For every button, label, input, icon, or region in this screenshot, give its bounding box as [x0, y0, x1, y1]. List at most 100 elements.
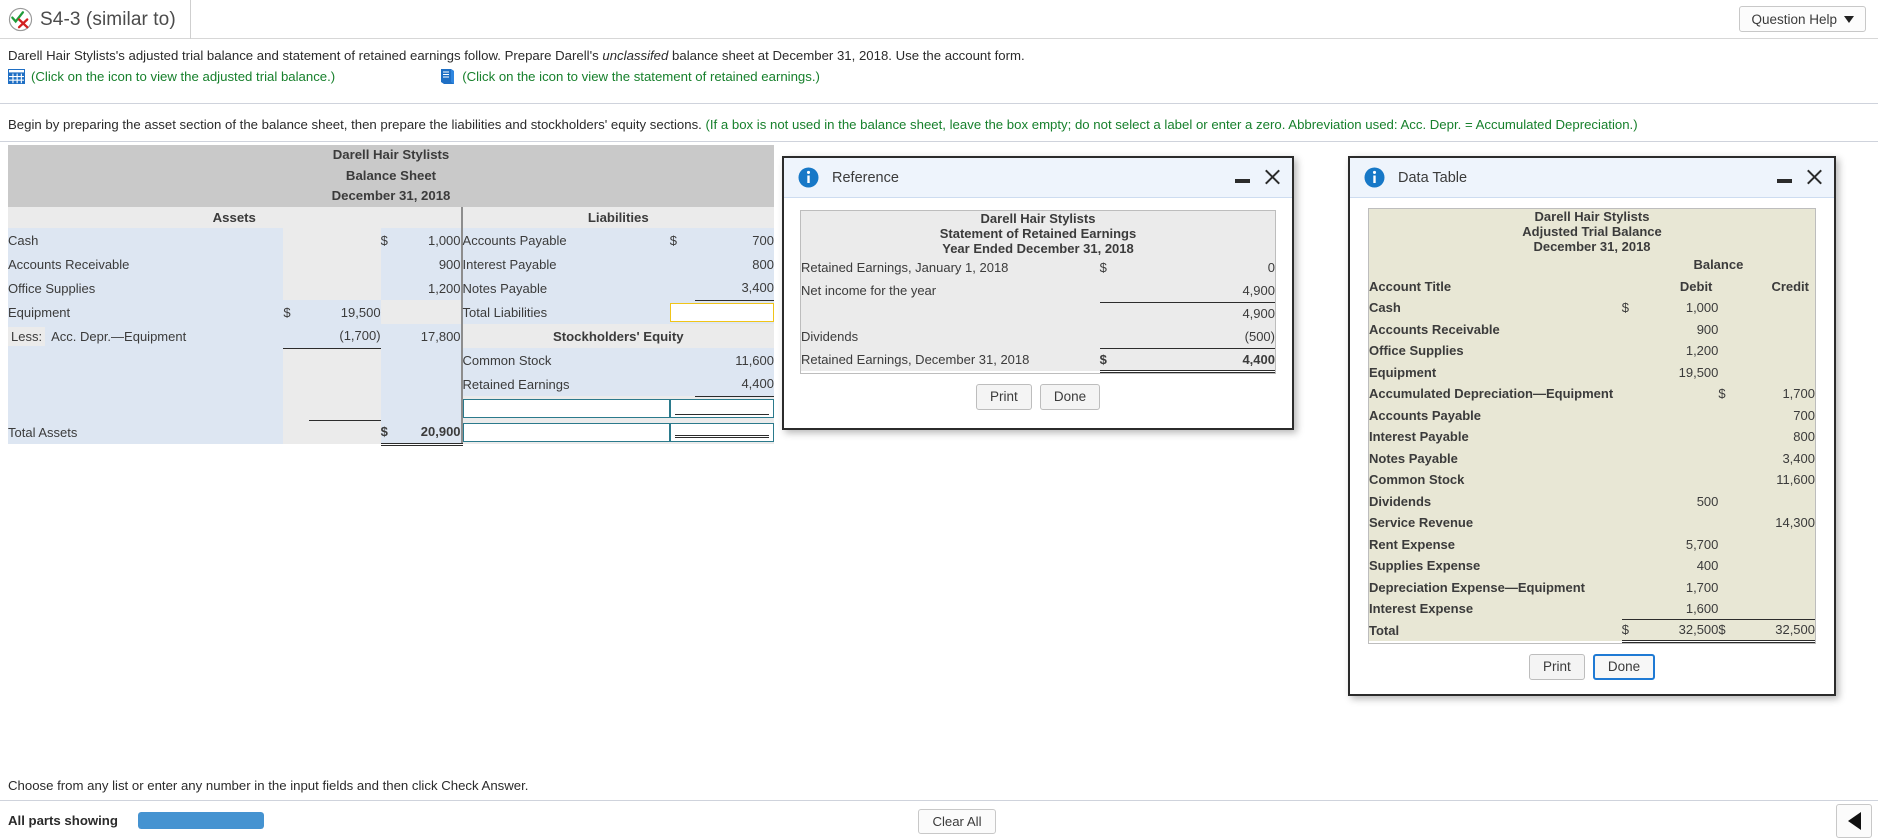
tb-title: Darell Hair Stylists Adjusted Trial Bala…	[1369, 209, 1815, 254]
progress-bar	[138, 812, 264, 829]
tb-credit-dollar-1	[1718, 318, 1735, 340]
asset-col2-value-0: 1,000	[401, 228, 462, 252]
table-row: Depreciation Expense—Equipment 1,700	[1369, 576, 1815, 598]
equity-dollar-0	[669, 348, 696, 372]
tb-credit-dollar-9	[1718, 490, 1735, 512]
asset-col2-dollar-2	[380, 276, 402, 300]
tb-debit-dollar-5	[1621, 404, 1639, 426]
tb-credit-0	[1734, 297, 1815, 319]
asset-col2-value-2: 1,200	[401, 276, 462, 300]
retained-earnings-link-label: (Click on the icon to view the statement…	[462, 69, 820, 84]
tb-account-1: Accounts Receivable	[1369, 318, 1622, 340]
equity-value-1: 4,400	[695, 372, 774, 397]
equity-label-0: Common Stock	[460, 348, 670, 372]
table-row: Retained Earnings, December 31, 2018 $ 4…	[801, 348, 1275, 373]
question-tab[interactable]: S4-3 (similar to)	[0, 0, 191, 39]
previous-button[interactable]	[1836, 804, 1872, 838]
table-row: Accumulated Depreciation—Equipment $ 1,7…	[1369, 383, 1815, 405]
reference-dialog-title: Reference	[832, 169, 899, 186]
answer-hint-text: Choose from any list or enter any number…	[8, 778, 529, 793]
asset-col2-dollar-0: $	[380, 228, 402, 252]
tb-debit-9: 500	[1638, 490, 1719, 512]
tb-credit-4: 1,700	[1734, 383, 1815, 405]
total-liabilities-input-cell[interactable]	[669, 300, 774, 324]
less-tag-label: Less:	[8, 326, 46, 346]
re-label-2	[801, 302, 1100, 325]
reference-done-button[interactable]: Done	[1039, 383, 1101, 410]
data-table-dialog-header: Data Table	[1350, 158, 1834, 198]
re-value-3: (500)	[1166, 325, 1275, 349]
table-row: Notes Payable 3,400	[1369, 447, 1815, 469]
minimize-icon[interactable]	[1235, 178, 1250, 183]
re-label-3: Dividends	[801, 325, 1100, 348]
liability-label-1: Interest Payable	[460, 252, 670, 276]
tb-title-line3: December 31, 2018	[1533, 239, 1651, 254]
trial-balance-link-label: (Click on the icon to view the adjusted …	[31, 69, 336, 84]
top-header-bar: S4-3 (similar to) Question Help	[0, 0, 1878, 39]
re-title: Darell Hair Stylists Statement of Retain…	[801, 211, 1275, 256]
problem-text-part2: balance sheet at December 31, 2018. Use …	[668, 48, 1025, 63]
problem-text: Darell Hair Stylists's adjusted trial ba…	[0, 39, 1878, 63]
asset-label-4-text: Acc. Depr.—Equipment	[51, 328, 187, 344]
tb-account-12: Supplies Expense	[1369, 555, 1622, 577]
table-row: Dividends 500	[1369, 490, 1815, 512]
close-icon[interactable]	[1263, 168, 1282, 187]
tb-credit-dollar-5	[1718, 404, 1735, 426]
blank-amount-input-cell-0[interactable]	[669, 396, 774, 420]
liability-value-0: 700	[695, 228, 774, 252]
asset-label-3: Equipment	[8, 300, 284, 324]
retained-earnings-link[interactable]: (Click on the icon to view the statement…	[397, 68, 820, 85]
table-row: Net income for the year 4,900	[801, 279, 1275, 303]
balance-sheet-title: Darell Hair Stylists Balance Sheet Decem…	[8, 145, 774, 207]
blank-label-input-1[interactable]	[462, 422, 670, 442]
tb-credit-dollar-2	[1718, 340, 1735, 362]
table-row: Dividends (500)	[801, 325, 1275, 349]
data-table-done-button[interactable]: Done	[1592, 653, 1656, 680]
asset-col2-dollar-1	[380, 252, 402, 276]
blank-label-input-cell-0[interactable]	[460, 396, 670, 420]
data-table-print-button[interactable]: Print	[1528, 653, 1585, 680]
clear-all-button[interactable]: Clear All	[918, 809, 996, 834]
re-label-4: Retained Earnings, December 31, 2018	[801, 348, 1100, 371]
tb-col-account: Account Title	[1369, 275, 1622, 297]
tb-credit-10: 14,300	[1734, 512, 1815, 534]
tb-debit-dollar-13	[1621, 576, 1639, 598]
close-icon[interactable]	[1805, 168, 1824, 187]
assets-section-header: Assets	[8, 207, 462, 228]
tb-debit-14: 1,600	[1638, 598, 1719, 620]
minimize-icon[interactable]	[1777, 178, 1792, 183]
book-icon	[439, 68, 456, 85]
chevron-down-icon	[1844, 15, 1854, 23]
tb-total-debit: 32,500	[1638, 619, 1719, 643]
tb-credit-dollar-10	[1718, 512, 1735, 534]
total-liabilities-label: Total Liabilities	[460, 300, 670, 324]
tb-credit-8: 11,600	[1734, 469, 1815, 491]
trial-balance-link[interactable]: (Click on the icon to view the adjusted …	[8, 69, 335, 84]
instruction-green-text: (If a box is not used in the balance she…	[705, 117, 1638, 132]
reference-print-button[interactable]: Print	[975, 383, 1032, 410]
tb-debit-2: 1,200	[1638, 340, 1719, 362]
table-row: Accounts Receivable 900 Interest Payable…	[8, 252, 774, 276]
tb-debit-1: 900	[1638, 318, 1719, 340]
table-row: Supplies Expense 400	[1369, 555, 1815, 577]
instruction-black-text: Begin by preparing the asset section of …	[8, 117, 702, 132]
blank-label-input-cell-1[interactable]	[460, 420, 670, 444]
tb-debit-5	[1638, 404, 1719, 426]
tb-title-line1: Darell Hair Stylists	[1534, 209, 1650, 224]
tb-credit-dollar-6	[1718, 426, 1735, 448]
asset-col1-dollar-3: $	[283, 300, 309, 324]
re-title-line1: Darell Hair Stylists	[980, 211, 1096, 226]
table-row: Cash $ 1,000	[1369, 297, 1815, 319]
blank-amount-input-cell-1[interactable]	[669, 420, 774, 444]
trial-balance-table: Darell Hair Stylists Adjusted Trial Bala…	[1369, 209, 1815, 643]
tb-account-13: Depreciation Expense—Equipment	[1369, 576, 1622, 598]
table-row: 4,900	[801, 302, 1275, 325]
tb-credit-dollar-0	[1718, 297, 1735, 319]
total-liabilities-input[interactable]	[669, 302, 774, 322]
reference-dialog: Reference Darell Hair Stylists Statement…	[782, 156, 1294, 430]
tb-credit-12	[1734, 555, 1815, 577]
question-help-button[interactable]: Question Help	[1739, 6, 1866, 32]
blank-label-input-0[interactable]	[462, 398, 670, 418]
data-table-dialog-body: Darell Hair Stylists Adjusted Trial Bala…	[1350, 198, 1834, 694]
retained-earnings-table: Darell Hair Stylists Statement of Retain…	[801, 211, 1275, 373]
